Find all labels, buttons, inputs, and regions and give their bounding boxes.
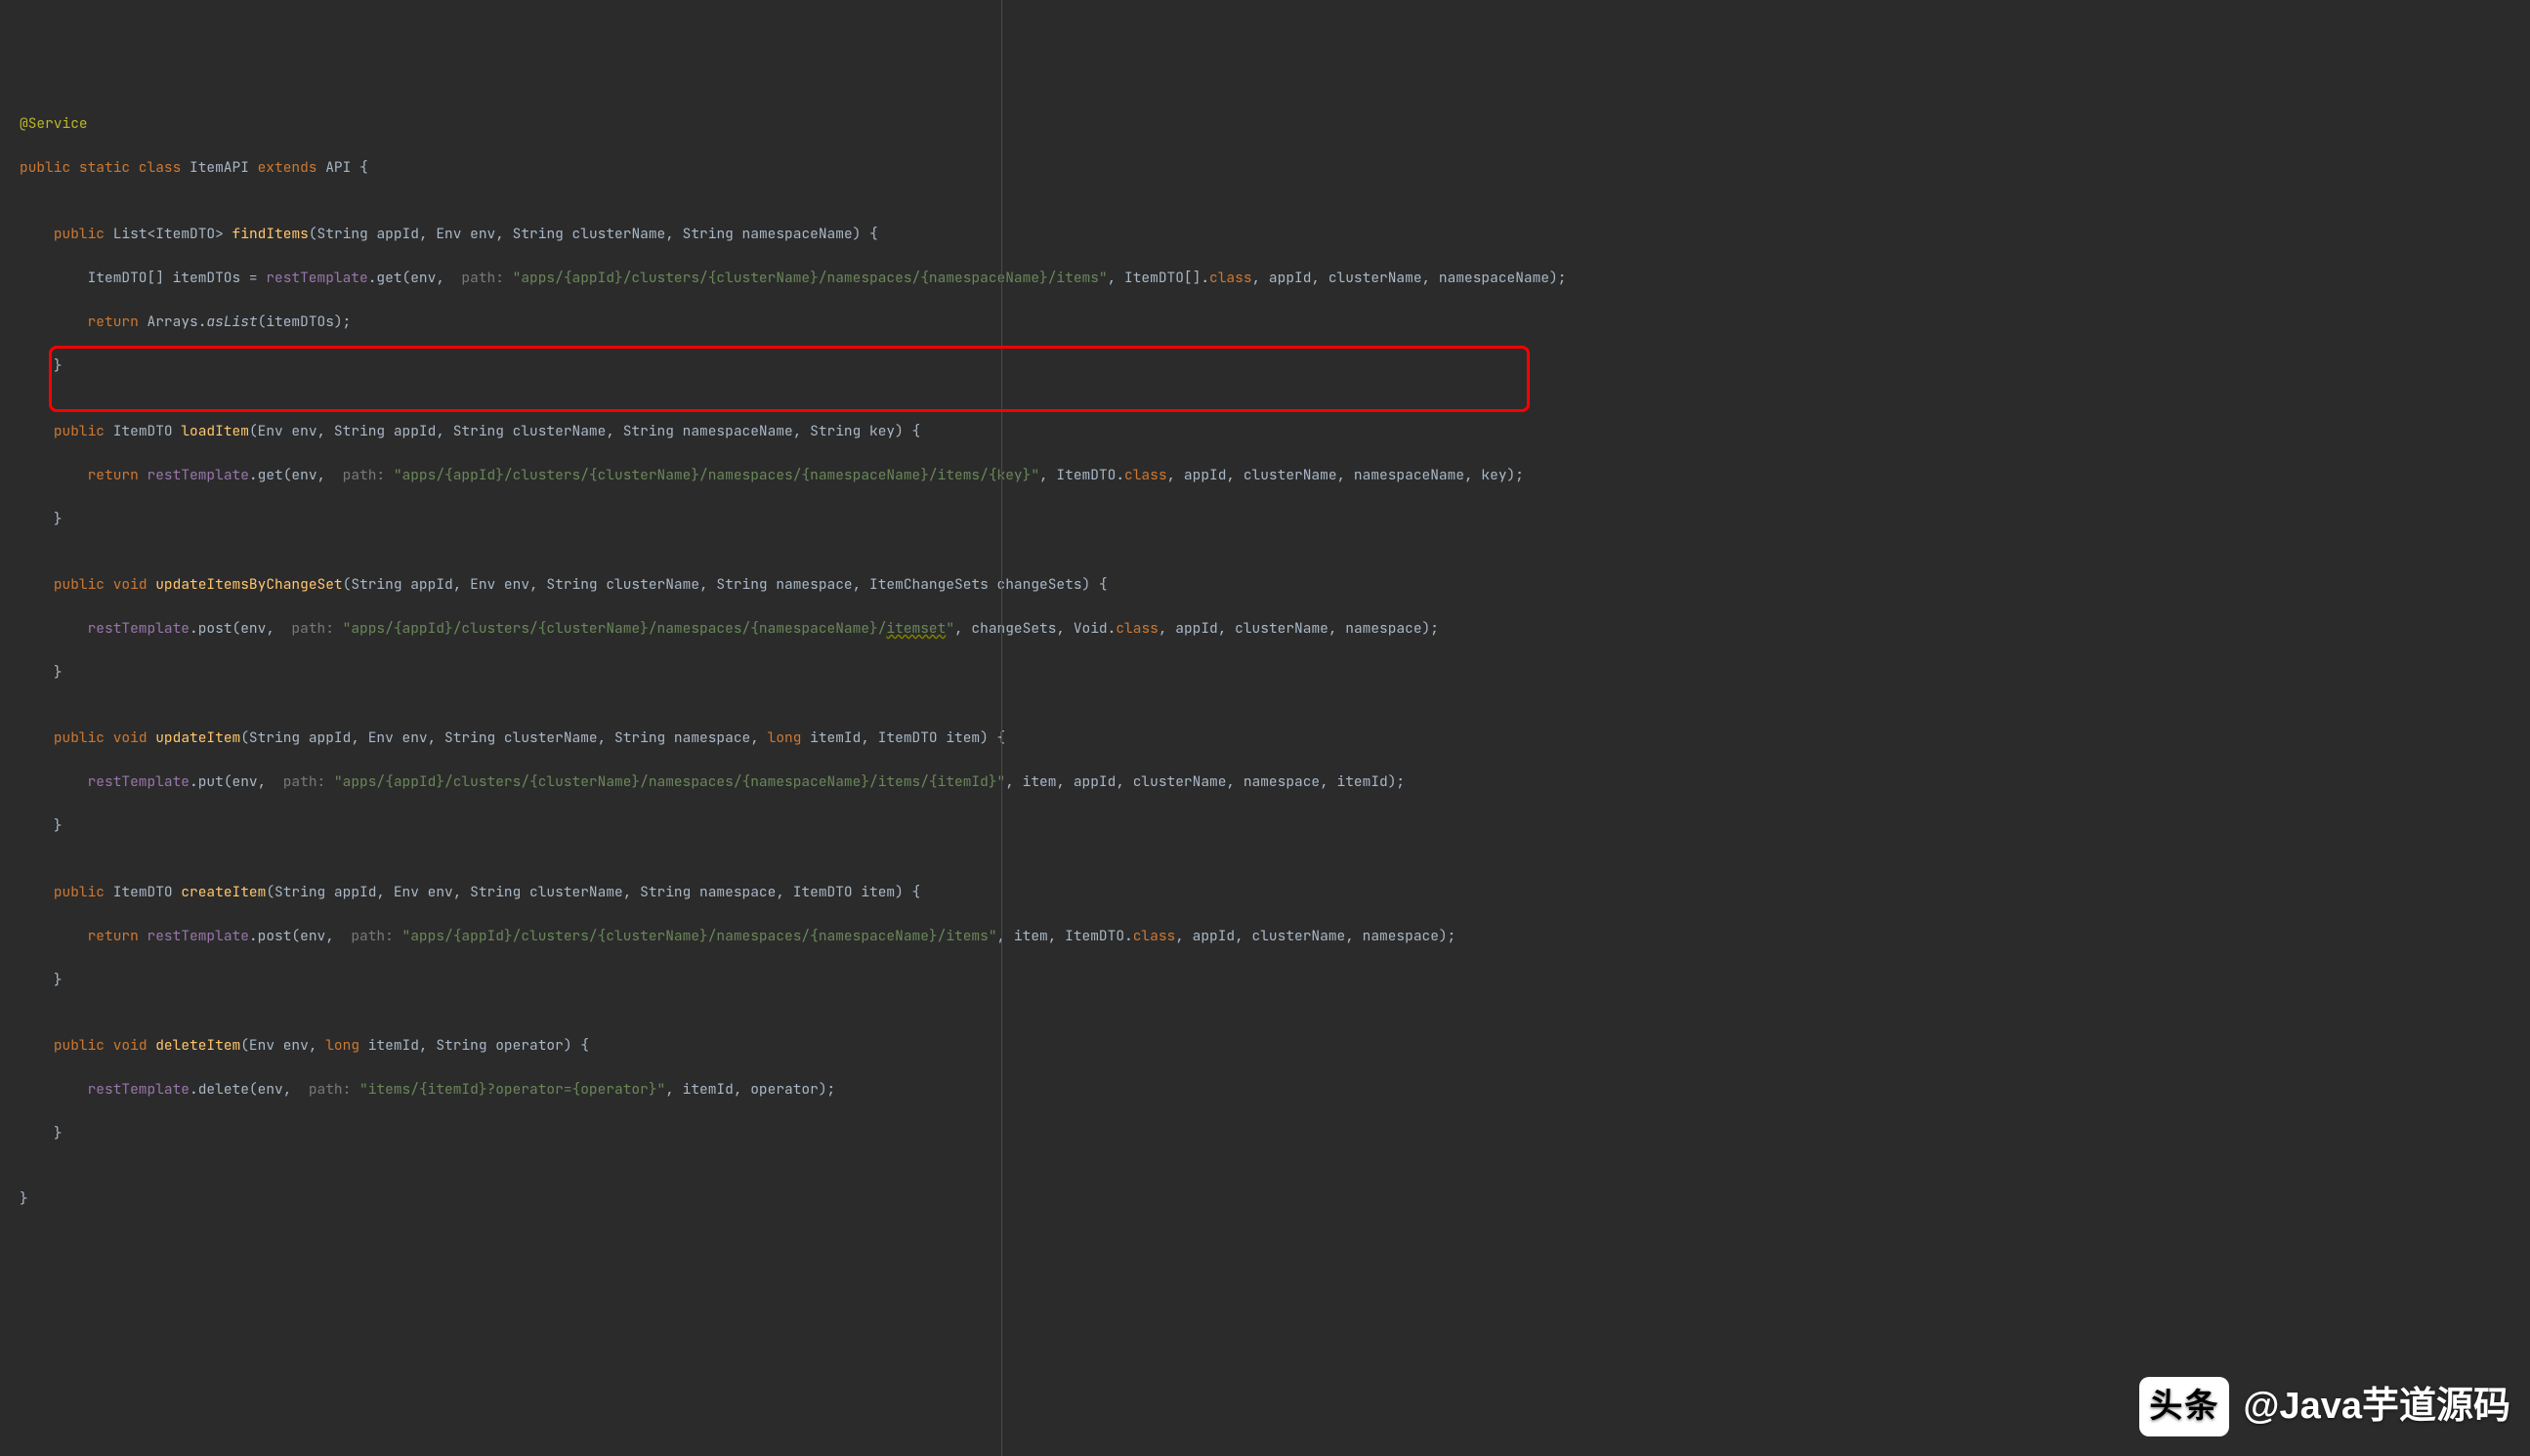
method-findItems: public List<ItemDTO> findItems(String ap… (20, 224, 2530, 245)
close-brace: } (20, 355, 2530, 377)
code-line: return restTemplate.get(env, path: "apps… (20, 465, 2530, 486)
watermark-text: @Java芋道源码 (2243, 1378, 2510, 1435)
close-brace: } (20, 1188, 2530, 1210)
code-line: restTemplate.delete(env, path: "items/{i… (20, 1079, 2530, 1101)
code-line: return restTemplate.post(env, path: "app… (20, 926, 2530, 947)
annotation-line: @Service (20, 113, 2530, 135)
close-brace: } (20, 970, 2530, 991)
method-updateItemsByChangeSet: public void updateItemsByChangeSet(Strin… (20, 574, 2530, 596)
close-brace: } (20, 1123, 2530, 1144)
code-editor[interactable]: @Service public static class ItemAPI ext… (20, 92, 2530, 1232)
code-line: ItemDTO[] itemDTOs = restTemplate.get(en… (20, 268, 2530, 289)
watermark: 头条 @Java芋道源码 (2139, 1377, 2510, 1436)
close-brace: } (20, 509, 2530, 530)
method-updateItem: public void updateItem(String appId, Env… (20, 728, 2530, 749)
class-decl-line: public static class ItemAPI extends API … (20, 157, 2530, 179)
method-createItem: public ItemDTO createItem(String appId, … (20, 882, 2530, 903)
close-brace: } (20, 815, 2530, 837)
watermark-logo: 头条 (2139, 1377, 2229, 1436)
code-line: return Arrays.asList(itemDTOs); (20, 312, 2530, 333)
method-loadItem: public ItemDTO loadItem(Env env, String … (20, 421, 2530, 442)
close-brace: } (20, 662, 2530, 684)
method-deleteItem: public void deleteItem(Env env, long ite… (20, 1035, 2530, 1057)
code-line: restTemplate.put(env, path: "apps/{appId… (20, 771, 2530, 793)
code-line: restTemplate.post(env, path: "apps/{appI… (20, 618, 2530, 640)
